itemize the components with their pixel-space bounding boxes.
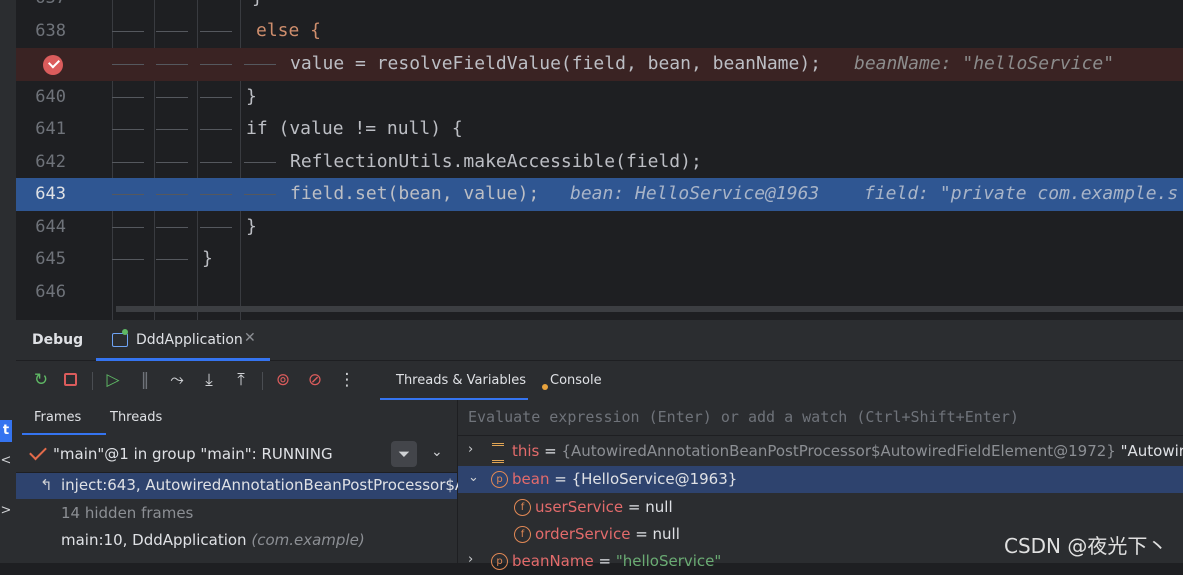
stop-icon[interactable] [60,369,82,391]
left-tool-strip: t < > [0,0,16,563]
code-line-641: 641 if (value != null) { [16,113,1183,146]
code-text: else { [256,20,322,41]
frame-package: (com.example) [251,531,365,549]
line-number: 645 [35,249,66,269]
evaluate-placeholder: Evaluate expression (Enter) or add a wat… [468,408,1019,426]
return-arrow-icon: ↰ [40,476,53,494]
console-icon [542,384,548,390]
step-out-icon[interactable]: ⤒ [230,369,252,391]
chevron-right-icon[interactable]: › [468,442,473,457]
tab-label: Threads & Variables [396,373,527,388]
variable-name: orderService [535,525,631,543]
field-icon: f [514,499,531,516]
code-line-644: 644 } [16,211,1183,244]
thread-label: "main"@1 in group "main": RUNNING [53,445,333,463]
line-number: 646 [35,282,66,302]
variable-name: beanName [512,552,594,570]
line-number: 644 [35,217,66,237]
chevron-down-icon[interactable]: ⌄ [431,444,443,460]
mute-breakpoints-icon[interactable]: ⊘ [304,369,326,391]
debug-tab-bar: Debug DddApplication ✕ [16,320,1183,361]
inline-debug-value: field: "private com.example.s [864,183,1179,204]
code-text: if (value != null) { [246,118,463,139]
code-line: 637 } [16,0,1183,15]
code-line-645: 645 } [16,243,1183,276]
hidden-frames[interactable]: 14 hidden frames [61,504,193,522]
debug-title: Debug [32,332,84,348]
code-text: value = resolveFieldValue(field, bean, b… [290,53,822,74]
thread-selector[interactable]: "main"@1 in group "main": RUNNING ⏷ ⌄ [16,436,457,473]
current-execution-line: 643 field.set(bean, value); bean: HelloS… [16,178,1183,211]
tab-console[interactable]: Console [550,373,602,388]
frames-threads-tabs: Frames Threads [16,400,457,436]
tab-frames[interactable]: Frames [34,410,81,425]
code-line-640: 640 } [16,81,1183,114]
line-number: 641 [35,119,66,139]
variable-row-selected[interactable]: ⌄ p bean = {HelloService@1963} [458,466,1183,493]
step-into-icon[interactable]: ⤓ [198,369,220,391]
variable-value: {AutowiredAnnotationBeanPostProcessor$Au… [561,442,1116,460]
frames-pane: Frames Threads "main"@1 in group "main":… [16,400,465,563]
debug-toolbar: ↻ ▷ ‖ ⤳ ⤓ ⤒ ⊚ ⊘ ⋮ Threads & Variables Co… [16,362,1183,400]
code-line-646: 646 [16,276,1183,309]
chevron-right-icon[interactable]: › [468,552,473,567]
evaluate-expression-input[interactable]: Evaluate expression (Enter) or add a wat… [458,400,1183,436]
inline-debug-value: bean: HelloService@1963 [570,183,820,204]
tool-window-icon[interactable]: t [0,420,12,442]
variable-extra: "Autowired [1120,442,1183,460]
resume-icon[interactable]: ▷ [102,369,124,391]
code-text: } [246,86,257,107]
line-number: 640 [35,87,66,107]
variable-value: "helloService" [615,552,722,570]
frame-label: main:10, DddApplication [61,531,247,549]
line-number: 638 [35,21,66,41]
chevron-right-icon[interactable]: > [0,500,12,522]
parameter-icon: p [491,553,508,570]
variable-name: userService [535,498,624,516]
tab-ddd-application[interactable]: DddApplication ✕ [96,320,270,361]
view-breakpoints-icon[interactable]: ⊚ [272,369,294,391]
parameter-icon: p [491,471,508,488]
frame-label: inject:643, AutowiredAnnotationBeanPostP… [61,476,466,494]
code-text: } [246,216,257,237]
close-icon[interactable]: ✕ [244,330,256,346]
rerun-icon[interactable]: ↻ [30,369,52,391]
code-text: ReflectionUtils.makeAccessible(field); [290,151,702,172]
chevron-left-icon[interactable]: < [0,450,12,472]
variable-name: bean [512,470,550,488]
field-icon: f [514,526,531,543]
breakpoint-icon[interactable] [43,55,63,75]
code-line-638: 638 else { [16,15,1183,48]
check-icon [29,442,47,461]
stack-frame-selected[interactable]: ↰ inject:643, AutowiredAnnotationBeanPos… [16,473,465,499]
inline-debug-value: beanName: "helloService" [854,53,1115,74]
chevron-down-icon[interactable]: ⌄ [468,470,479,485]
variable-name: this [512,442,540,460]
variable-row[interactable]: › this = {AutowiredAnnotationBeanPostPro… [458,438,1183,465]
code-editor[interactable]: 637 } 638 else { value = resolveFieldVal… [16,0,1183,320]
run-config-icon [112,333,128,347]
tab-label: DddApplication [136,332,243,348]
variable-value: null [645,498,673,516]
code-text: } [202,248,213,269]
pause-icon[interactable]: ‖ [134,369,156,391]
code-line-642: 642 ReflectionUtils.makeAccessible(field… [16,146,1183,179]
filter-icon[interactable]: ⏷ [391,441,417,467]
variable-value: {HelloService@1963} [571,470,738,488]
step-over-icon[interactable]: ⤳ [166,369,188,391]
debug-tool-window: Debug DddApplication ✕ ↻ ▷ ‖ ⤳ ⤓ ⤒ ⊚ ⊘ ⋮… [16,320,1183,570]
more-icon[interactable]: ⋮ [336,369,358,391]
breakpoint-line: value = resolveFieldValue(field, bean, b… [16,48,1183,81]
code-text: field.set(bean, value); [290,183,540,204]
tab-threads-variables[interactable]: Threads & Variables [380,362,528,400]
line-number: 642 [35,152,66,172]
tab-threads[interactable]: Threads [110,410,162,425]
stack-icon [492,443,504,463]
watermark: CSDN @夜光下丶 [1004,534,1168,558]
stack-frame[interactable]: main:10, DddApplication (com.example) [61,531,365,549]
variable-row[interactable]: f userService = null [458,494,1183,521]
horizontal-scrollbar[interactable] [116,306,1183,312]
line-number: 643 [35,184,66,204]
variable-value: null [652,525,680,543]
